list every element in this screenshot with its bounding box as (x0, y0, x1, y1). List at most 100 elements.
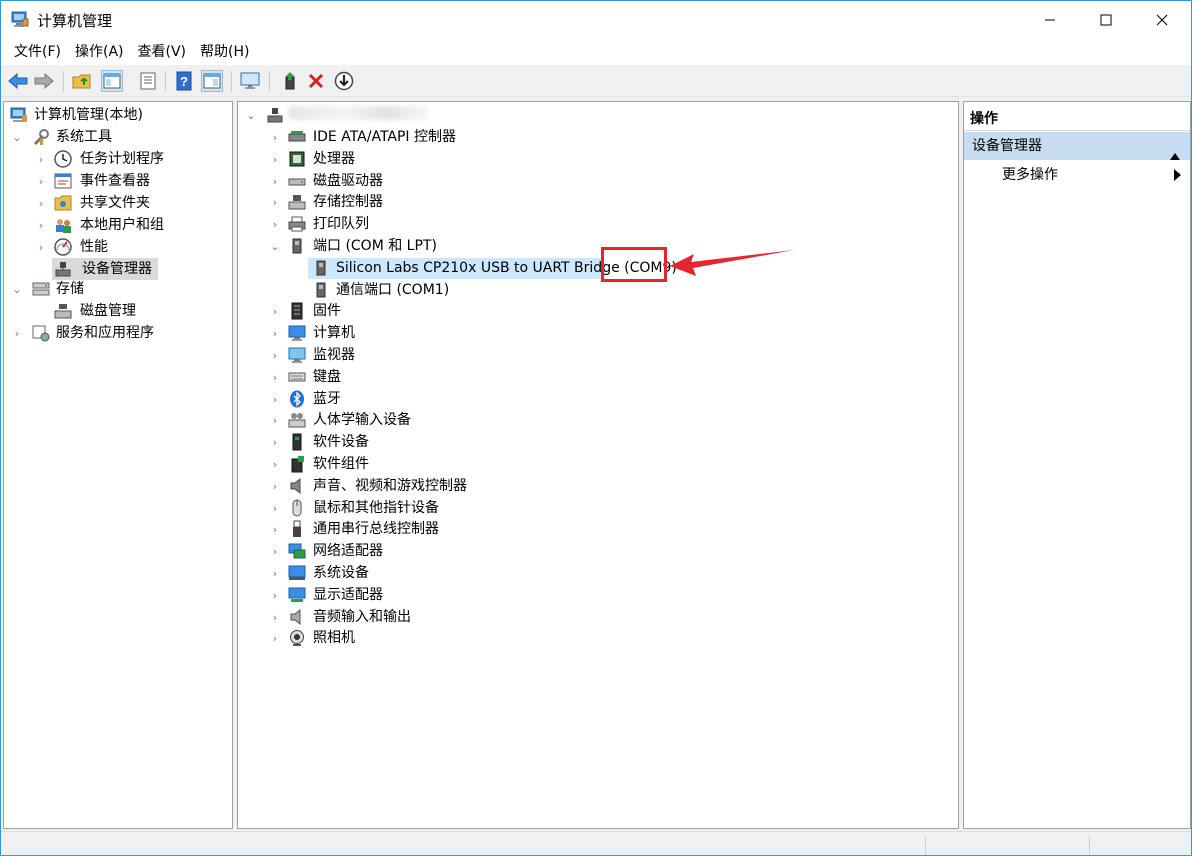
software-component-icon (288, 455, 306, 473)
chevron-right-icon[interactable]: › (270, 607, 280, 628)
chevron-right-icon[interactable]: › (36, 193, 46, 214)
chevron-right-icon[interactable]: › (36, 149, 46, 170)
chevron-right-icon[interactable]: › (36, 171, 46, 192)
device-category-bluetooth[interactable]: › 蓝牙 (238, 389, 958, 410)
device-category-disk-drive[interactable]: › 磁盘驱动器 (238, 171, 958, 192)
computer-management-icon (10, 106, 28, 124)
tree-item-services-applications[interactable]: › 服务和应用程序 (4, 323, 232, 344)
chevron-right-icon[interactable]: › (270, 192, 280, 213)
minimize-button[interactable] (1021, 1, 1079, 39)
chevron-down-icon[interactable]: ⌄ (246, 105, 256, 126)
tree-item-task-scheduler[interactable]: › 任务计划程序 (4, 149, 232, 170)
collapse-up-icon[interactable] (1170, 142, 1180, 170)
submenu-arrow-icon[interactable] (1174, 169, 1181, 185)
device-category-audio-io[interactable]: › 音频输入和输出 (238, 607, 958, 628)
tree-item-performance[interactable]: › 性能 (4, 237, 232, 258)
tree-item-event-viewer[interactable]: › 事件查看器 (4, 171, 232, 192)
storage-controller-icon (288, 193, 306, 211)
chevron-right-icon[interactable]: › (270, 541, 280, 562)
forward-arrow-icon[interactable] (33, 70, 55, 92)
properties-icon[interactable] (137, 70, 159, 92)
device-category-mouse[interactable]: › 鼠标和其他指针设备 (238, 498, 958, 519)
device-category-speaker[interactable]: › 声音、视频和游戏控制器 (238, 476, 958, 497)
port-item-com1[interactable]: 通信端口 (COM1) (238, 280, 958, 301)
chevron-right-icon[interactable]: › (270, 410, 280, 431)
chevron-right-icon[interactable]: › (270, 171, 280, 192)
device-category-printer[interactable]: › 打印队列 (238, 214, 958, 235)
show-tree-icon[interactable] (101, 70, 123, 92)
menu-help[interactable]: 帮助(H) (193, 39, 256, 65)
chevron-right-icon[interactable]: › (270, 498, 280, 519)
chevron-right-icon[interactable]: › (36, 237, 46, 258)
chevron-right-icon[interactable]: › (270, 432, 280, 453)
chevron-right-icon[interactable]: › (270, 301, 280, 322)
device-category-system-device[interactable]: › 系统设备 (238, 563, 958, 584)
chevron-right-icon[interactable]: › (270, 214, 280, 235)
actions-header: 操作 (964, 107, 1190, 131)
device-category-network-adapter[interactable]: › 网络适配器 (238, 541, 958, 562)
tree-item-local-users-groups[interactable]: › 本地用户和组 (4, 215, 232, 236)
port-icon (312, 259, 330, 277)
chevron-right-icon[interactable]: › (270, 563, 280, 584)
chevron-right-icon[interactable]: › (270, 345, 280, 366)
tree-item-system-tools[interactable]: ⌄ 系统工具 (4, 127, 232, 148)
chevron-right-icon[interactable]: › (270, 127, 280, 148)
menu-action[interactable]: 操作(A) (68, 39, 131, 65)
device-category-storage-controller[interactable]: › 存储控制器 (238, 192, 958, 213)
uninstall-x-icon[interactable] (305, 70, 327, 92)
navigation-tree-pane: 计算机管理(本地) ⌄ 系统工具 › 任务计划程序 › 事件查看器 › 共享文件… (3, 101, 233, 829)
keyboard-icon (288, 368, 306, 386)
chevron-right-icon[interactable]: › (270, 628, 280, 649)
tree-item-shared-folders[interactable]: › 共享文件夹 (4, 193, 232, 214)
chevron-right-icon[interactable]: › (270, 323, 280, 344)
tree-item-storage[interactable]: ⌄ 存储 (4, 279, 232, 300)
storage-icon (32, 280, 50, 298)
device-category-keyboard[interactable]: › 键盘 (238, 367, 958, 388)
device-category-software-component[interactable]: › 软件组件 (238, 454, 958, 475)
computer-management-window: 计算机管理 文件(F) 操作(A) 查看(V) 帮助(H) ? 计算机管理(本地… (0, 0, 1192, 856)
more-actions-item[interactable]: 更多操作 (1002, 164, 1058, 186)
back-arrow-icon[interactable] (7, 70, 29, 92)
show-action-pane-icon[interactable] (201, 70, 223, 92)
device-category-label: IDE ATA/ATAPI 控制器 (313, 129, 457, 145)
chevron-right-icon[interactable]: › (270, 454, 280, 475)
chevron-right-icon[interactable]: › (270, 367, 280, 388)
chevron-right-icon[interactable]: › (270, 585, 280, 606)
chevron-down-icon[interactable]: ⌄ (270, 236, 280, 257)
device-category-software-device[interactable]: › 软件设备 (238, 432, 958, 453)
tree-item-disk-management[interactable]: 磁盘管理 (4, 301, 232, 322)
up-folder-icon[interactable] (71, 70, 93, 92)
chevron-right-icon[interactable]: › (12, 323, 22, 344)
device-category-processor[interactable]: › 处理器 (238, 149, 958, 170)
chevron-down-icon[interactable]: ⌄ (12, 127, 22, 148)
device-category-camera[interactable]: › 照相机 (238, 628, 958, 649)
download-circle-icon[interactable] (333, 70, 355, 92)
tree-item-device-manager[interactable]: 设备管理器 (52, 258, 158, 280)
device-category-display-adapter[interactable]: › 显示适配器 (238, 585, 958, 606)
device-category-port[interactable]: ⌄ 端口 (COM 和 LPT) (238, 236, 958, 257)
chevron-right-icon[interactable]: › (270, 149, 280, 170)
maximize-button[interactable] (1077, 1, 1135, 39)
chevron-right-icon[interactable]: › (270, 389, 280, 410)
menu-file[interactable]: 文件(F) (7, 39, 68, 65)
monitor-icon[interactable] (239, 70, 261, 92)
device-category-monitor[interactable]: › 监视器 (238, 345, 958, 366)
hid-icon (288, 411, 306, 429)
device-category-usb[interactable]: › 通用串行总线控制器 (238, 519, 958, 540)
device-category-computer[interactable]: › 计算机 (238, 323, 958, 344)
chevron-right-icon[interactable]: › (36, 215, 46, 236)
actions-section-device-manager[interactable]: 设备管理器 (964, 132, 1190, 160)
close-button[interactable] (1133, 1, 1191, 39)
chevron-down-icon[interactable]: ⌄ (12, 279, 22, 300)
tree-item-computer-management-local[interactable]: 计算机管理(本地) (4, 105, 232, 126)
update-driver-icon[interactable] (279, 70, 301, 92)
help-icon[interactable]: ? (173, 70, 195, 92)
tree-label: 任务计划程序 (80, 151, 164, 167)
device-category-hid[interactable]: › 人体学输入设备 (238, 410, 958, 431)
chevron-right-icon[interactable]: › (270, 476, 280, 497)
menu-view[interactable]: 查看(V) (131, 39, 194, 65)
device-category-firmware[interactable]: › 固件 (238, 301, 958, 322)
device-category-ide-controller[interactable]: › IDE ATA/ATAPI 控制器 (238, 127, 958, 148)
port-item-cp210x-com9[interactable]: Silicon Labs CP210x USB to UART Bridge (… (308, 258, 677, 279)
chevron-right-icon[interactable]: › (270, 519, 280, 540)
